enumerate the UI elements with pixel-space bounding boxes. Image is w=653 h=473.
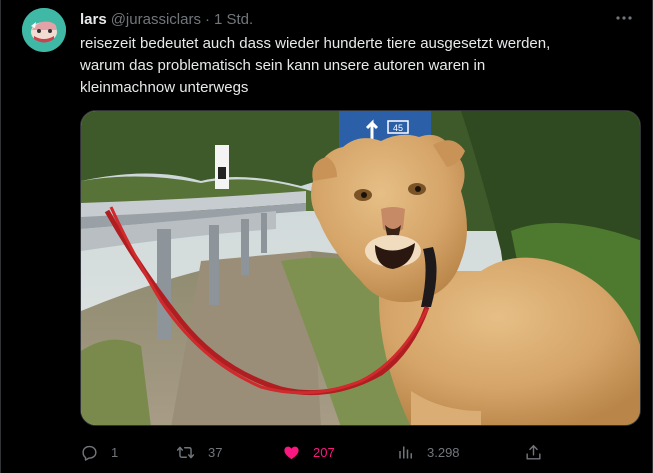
sign-number: 45 xyxy=(393,123,403,133)
tweet-text-line: warum das problematisch sein kann unsere… xyxy=(80,57,486,74)
lioness-photo: 45 xyxy=(81,111,640,425)
share-icon xyxy=(526,444,541,460)
reply-button[interactable]: 1 xyxy=(80,438,118,466)
tweet-actions: 1 37 207 3.298 xyxy=(80,438,555,466)
views-button[interactable]: 3.298 xyxy=(397,438,460,466)
user-handle[interactable]: @jurassiclars xyxy=(111,11,201,28)
tweet-text-line: kleinmachnow unterwegs xyxy=(80,79,249,96)
tweet-card[interactable]: lars @jurassiclars · 1 Std. reisezeit be… xyxy=(0,0,653,473)
like-button[interactable]: 207 xyxy=(282,438,335,466)
display-name[interactable]: lars xyxy=(80,11,107,28)
avatar[interactable] xyxy=(22,8,66,52)
retweet-icon xyxy=(176,446,195,458)
reply-count: 1 xyxy=(111,444,119,460)
tweet-text: reisezeit bedeutet auch dass wieder hund… xyxy=(80,33,625,99)
views-bar-chart-icon xyxy=(399,446,412,458)
avatar-image xyxy=(22,8,66,52)
tweet-photo[interactable]: 45 xyxy=(80,110,641,426)
separator-dot: · xyxy=(204,10,210,28)
retweet-button[interactable]: 37 xyxy=(175,438,222,466)
like-count: 207 xyxy=(313,444,335,460)
share-button[interactable] xyxy=(524,438,543,466)
timestamp[interactable]: 1 Std. xyxy=(214,11,253,28)
heart-icon xyxy=(284,446,299,459)
reply-icon xyxy=(82,445,97,461)
tweet-header: lars @jurassiclars · 1 Std. xyxy=(80,9,253,29)
view-count: 3.298 xyxy=(427,444,460,460)
more-dots-icon[interactable] xyxy=(614,10,634,26)
retweet-count: 37 xyxy=(208,444,223,460)
tweet-text-line: reisezeit bedeutet auch dass wieder hund… xyxy=(80,35,551,52)
